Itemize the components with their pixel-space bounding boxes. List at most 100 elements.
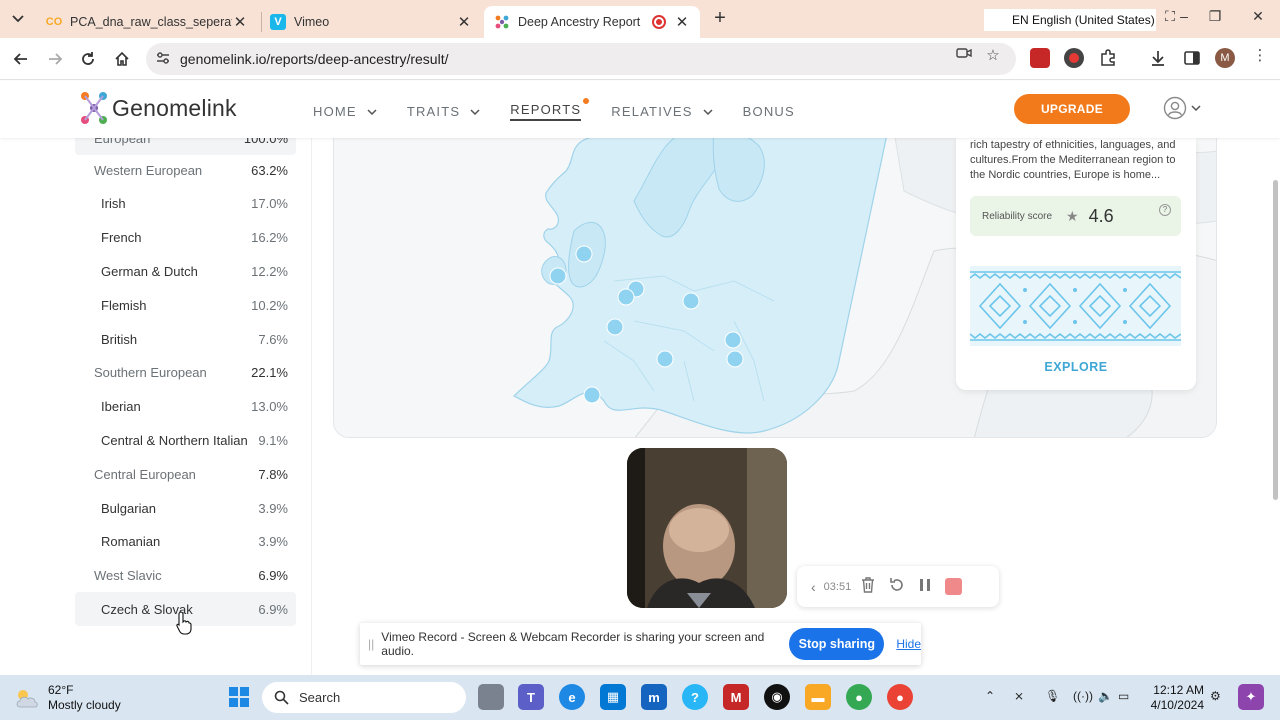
close-tab-icon[interactable]: ✕ bbox=[456, 13, 472, 31]
profile-avatar[interactable]: M bbox=[1215, 48, 1235, 68]
ancestry-row[interactable]: Romanian 3.9% bbox=[75, 525, 296, 559]
ancestry-name: Irish bbox=[101, 196, 126, 212]
system-clock[interactable]: 12:12 AM 4/10/2024 bbox=[1148, 683, 1204, 713]
mcafee-shield-icon[interactable]: M bbox=[723, 684, 749, 710]
close-tab-icon[interactable]: ✕ bbox=[232, 13, 248, 31]
map-marker[interactable] bbox=[656, 350, 674, 368]
ancestry-row[interactable]: West Slavic 6.9% bbox=[75, 559, 296, 593]
maximize-button[interactable]: ❐ bbox=[1203, 8, 1227, 25]
language-indicator: EN English (United States) bbox=[984, 9, 1156, 31]
microphone-icon[interactable]: 🎙 bbox=[1045, 689, 1060, 703]
map-marker[interactable] bbox=[726, 350, 744, 368]
browser-menu-icon[interactable]: ⋮ bbox=[1250, 46, 1270, 64]
nav-home[interactable]: HOME bbox=[313, 102, 377, 121]
chrome-icon[interactable]: ● bbox=[887, 684, 913, 710]
taskbar-search[interactable]: Search bbox=[262, 682, 466, 713]
bookmark-star-icon[interactable]: ☆ bbox=[983, 46, 1003, 64]
map-marker[interactable] bbox=[606, 318, 624, 336]
stop-sharing-button[interactable]: Stop sharing bbox=[789, 628, 885, 660]
ancestry-row[interactable]: Bulgarian 3.9% bbox=[75, 491, 296, 525]
minimize-button[interactable]: – bbox=[1172, 8, 1196, 24]
battery-icon[interactable]: ▭ bbox=[1118, 689, 1129, 703]
back-button[interactable] bbox=[9, 47, 33, 71]
drag-handle-icon[interactable]: || bbox=[368, 637, 381, 651]
side-panel-icon[interactable] bbox=[1182, 48, 1202, 68]
restart-icon[interactable] bbox=[889, 577, 905, 596]
ancestry-row[interactable]: Flemish 10.2% bbox=[75, 288, 296, 322]
nav-reports[interactable]: REPORTS bbox=[510, 98, 590, 121]
record-extension-icon[interactable] bbox=[1064, 48, 1084, 68]
file-explorer-icon[interactable]: ▬ bbox=[805, 684, 831, 710]
network-off-icon[interactable]: ⨯ bbox=[1014, 689, 1024, 703]
volume-icon[interactable]: 🔈 bbox=[1098, 689, 1113, 703]
ancestry-row[interactable]: British 7.6% bbox=[75, 322, 296, 356]
ancestry-percent: 12.2% bbox=[251, 263, 288, 279]
tab-vimeo[interactable]: V Vimeo ✕ bbox=[260, 6, 482, 38]
site-info-icon[interactable] bbox=[146, 51, 180, 67]
chevron-down-icon bbox=[470, 107, 480, 117]
help-app-icon[interactable]: ? bbox=[682, 684, 708, 710]
hide-link[interactable]: Hide bbox=[896, 637, 921, 651]
mcafee-app-icon[interactable]: m bbox=[641, 684, 667, 710]
teams-icon[interactable]: T bbox=[518, 684, 544, 710]
settings-gear-icon[interactable]: ⚙ bbox=[1210, 689, 1221, 703]
home-button[interactable] bbox=[110, 47, 134, 71]
ancestry-percent: 10.2% bbox=[251, 297, 288, 313]
copilot-icon[interactable]: ✦ bbox=[1238, 684, 1264, 710]
store-icon[interactable]: ▦ bbox=[600, 684, 626, 710]
pause-icon[interactable] bbox=[919, 578, 931, 595]
genomelink-logo[interactable]: Genomelink bbox=[80, 91, 237, 125]
ancestry-row[interactable]: Western European 63.2% bbox=[75, 153, 296, 187]
user-menu[interactable] bbox=[1163, 96, 1201, 120]
map-marker[interactable] bbox=[583, 386, 601, 404]
webcam-preview[interactable] bbox=[627, 448, 787, 608]
nav-traits[interactable]: TRAITS bbox=[407, 102, 480, 121]
camera-icon[interactable] bbox=[954, 46, 974, 64]
task-view-icon[interactable] bbox=[478, 684, 504, 710]
close-tab-icon[interactable]: ✕ bbox=[674, 13, 690, 31]
puzzle-extensions-icon[interactable] bbox=[1098, 48, 1118, 68]
tab-deep-ancestry[interactable]: Deep Ancestry Report ✕ bbox=[484, 6, 700, 38]
reload-button[interactable] bbox=[76, 47, 100, 71]
tab-pca-dna[interactable]: CO PCA_dna_raw_class_seperation_ ✕ bbox=[36, 6, 258, 38]
ancestry-row[interactable]: German & Dutch 12.2% bbox=[75, 254, 296, 288]
github-icon[interactable]: ◉ bbox=[764, 684, 790, 710]
ancestry-row[interactable]: Irish 17.0% bbox=[75, 187, 296, 221]
nav-relatives[interactable]: RELATIVES bbox=[611, 102, 713, 121]
map-marker[interactable] bbox=[549, 267, 567, 285]
page-scrollbar[interactable] bbox=[1273, 180, 1278, 500]
map-marker[interactable] bbox=[575, 245, 593, 263]
ancestry-row[interactable]: French 16.2% bbox=[75, 221, 296, 255]
address-bar[interactable]: genomelink.io/reports/deep-ancestry/resu… bbox=[146, 43, 1016, 75]
map-marker[interactable] bbox=[682, 292, 700, 310]
close-window-button[interactable]: ✕ bbox=[1246, 8, 1270, 25]
tab-search-button[interactable] bbox=[6, 9, 30, 29]
map-marker[interactable] bbox=[724, 331, 742, 349]
wifi-icon[interactable]: ((·)) bbox=[1073, 689, 1093, 703]
nav-bonus[interactable]: BONUS bbox=[743, 102, 795, 121]
upgrade-button[interactable]: UPGRADE bbox=[1014, 94, 1130, 124]
ancestry-percent: 16.2% bbox=[251, 230, 288, 246]
explore-link[interactable]: EXPLORE bbox=[956, 360, 1196, 374]
chrome-profile-icon[interactable]: ● bbox=[846, 684, 872, 710]
chevron-down-icon bbox=[12, 15, 24, 23]
ancestry-percent: 63.2% bbox=[251, 162, 288, 178]
tray-overflow-icon[interactable]: ⌃ bbox=[985, 689, 995, 703]
pdf-extension-icon[interactable] bbox=[1030, 48, 1050, 68]
stop-recording-icon[interactable] bbox=[945, 578, 963, 595]
ancestry-row[interactable]: Central European 7.8% bbox=[75, 457, 296, 491]
edge-icon[interactable]: e bbox=[559, 684, 585, 710]
download-icon[interactable] bbox=[1148, 48, 1168, 68]
reliability-score-box: Reliability score ★ 4.6 ? bbox=[970, 196, 1181, 236]
trash-icon[interactable] bbox=[861, 577, 875, 596]
windows-start-icon[interactable] bbox=[226, 684, 252, 710]
ancestry-row[interactable]: Iberian 13.0% bbox=[75, 390, 296, 424]
ancestry-row[interactable]: Southern European 22.1% bbox=[75, 356, 296, 390]
map-marker[interactable] bbox=[617, 288, 635, 306]
weather-widget[interactable]: 62°F Mostly cloudy bbox=[14, 683, 121, 713]
ancestry-row[interactable]: Central & Northern Italian 9.1% bbox=[75, 423, 296, 457]
help-icon[interactable]: ? bbox=[1159, 204, 1171, 216]
new-tab-button[interactable]: + bbox=[708, 8, 732, 30]
collapse-chevron-icon[interactable]: ‹ bbox=[811, 579, 816, 595]
forward-button[interactable] bbox=[43, 47, 67, 71]
